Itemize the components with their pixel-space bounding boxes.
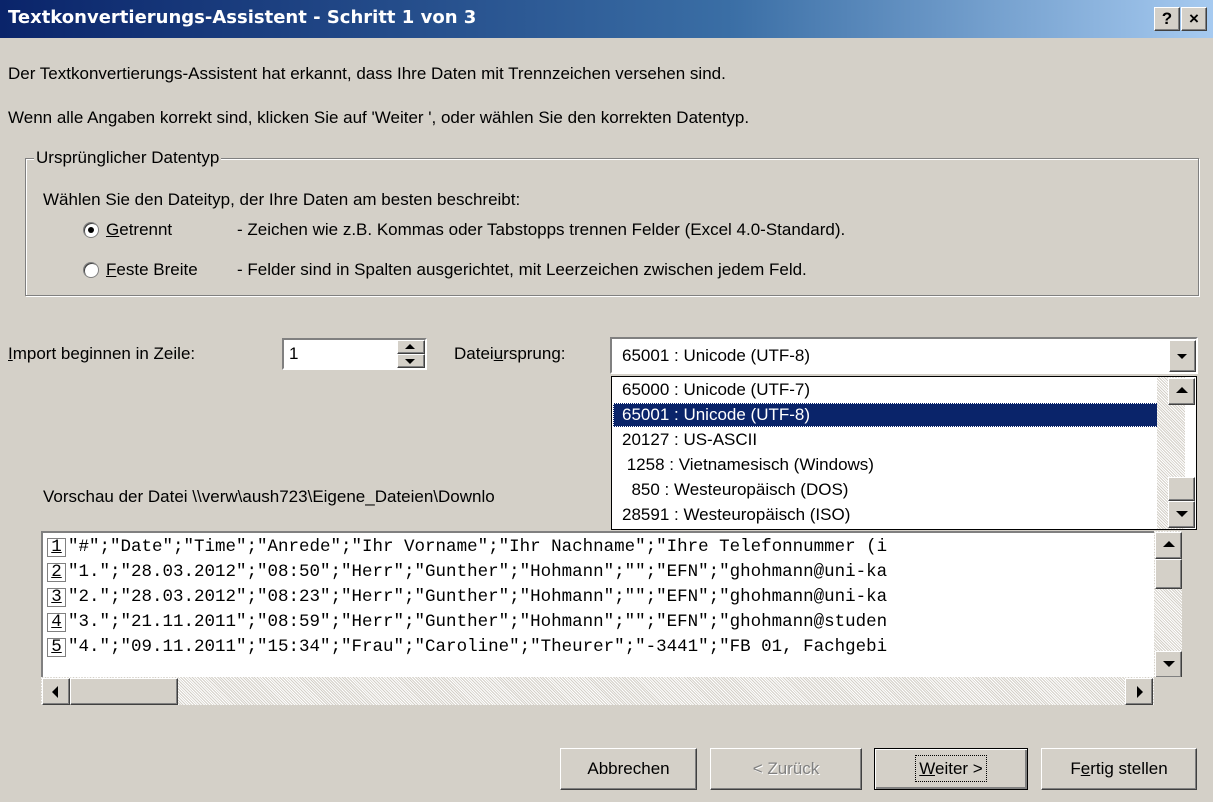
row-number: 5	[47, 638, 66, 657]
preview-hscroll-thumb[interactable]	[70, 678, 178, 705]
row-number: 1	[47, 538, 66, 557]
preview-label: Vorschau der Datei \\verw\aush723\Eigene…	[43, 487, 495, 506]
back-button[interactable]: < Zurück	[710, 748, 862, 790]
file-origin-label: Dateiursprung:	[454, 344, 566, 363]
intro-line-1: Der Textkonvertierungs-Assistent hat erk…	[8, 64, 726, 83]
radio-fixed-width-label[interactable]: Feste Breite	[106, 260, 198, 280]
finish-button[interactable]: Fertig stellen	[1041, 748, 1197, 790]
chevron-down-icon	[1177, 354, 1187, 359]
row-text: "4.";"09.11.2011";"15:34";"Frau";"Caroli…	[68, 637, 888, 657]
row-number: 3	[47, 588, 66, 607]
dropdown-option[interactable]: 65000 : Unicode (UTF-7)	[622, 378, 810, 402]
arrow-left-icon	[52, 686, 58, 698]
radio-delimited[interactable]	[83, 222, 99, 238]
preview-scroll-left-button[interactable]	[42, 678, 70, 705]
file-origin-dropdown-button[interactable]	[1169, 340, 1196, 372]
row-text: "1.";"28.03.2012";"08:50";"Herr";"Gunthe…	[68, 562, 888, 582]
arrow-up-icon	[1176, 387, 1188, 393]
cancel-button[interactable]: Abbrechen	[560, 748, 697, 790]
import-start-label: Import beginnen in Zeile:	[8, 344, 196, 363]
dropdown-scroll-down-button[interactable]	[1168, 501, 1195, 528]
preview-row: 3 "2.";"28.03.2012";"08:23";"Herr";"Gunth…	[47, 585, 887, 610]
dropdown-option[interactable]: 20127 : US-ASCII	[622, 428, 757, 452]
preview-scroll-right-button[interactable]	[1125, 678, 1153, 705]
next-button[interactable]: Weiter >	[874, 748, 1028, 790]
window-title: Textkonvertierungs-Assistent - Schritt 1…	[8, 7, 477, 28]
preview-scroll-up-button[interactable]	[1155, 532, 1182, 559]
close-button[interactable]: ×	[1181, 7, 1207, 31]
file-origin-selected: 65001 : Unicode (UTF-8)	[622, 346, 811, 365]
arrow-up-icon	[1163, 541, 1175, 547]
preview-row: 5 "4.";"09.11.2011";"15:34";"Frau";"Carol…	[47, 635, 887, 660]
radio-delimited-description: - Zeichen wie z.B. Kommas oder Tabstopps…	[237, 220, 846, 239]
row-number: 4	[47, 613, 66, 632]
datatype-prompt: Wählen Sie den Dateityp, der Ihre Daten …	[43, 190, 521, 209]
preview-scroll-down-button[interactable]	[1155, 651, 1182, 678]
intro-line-2: Wenn alle Angaben korrekt sind, klicken …	[8, 108, 750, 127]
row-text: "3.";"21.11.2011";"08:59";"Herr";"Gunthe…	[68, 612, 888, 632]
row-text: "2.";"28.03.2012";"08:23";"Herr";"Gunthe…	[68, 587, 888, 607]
dropdown-option[interactable]: 1258 : Vietnamesisch (Windows)	[622, 453, 874, 477]
preview-vscroll-thumb[interactable]	[1155, 559, 1182, 589]
arrow-right-icon	[1137, 686, 1143, 698]
radio-fixed-width-description: - Felder sind in Spalten ausgerichtet, m…	[237, 260, 807, 279]
arrow-down-icon	[405, 359, 415, 364]
file-origin-dropdown-list[interactable]: 65000 : Unicode (UTF-7) 65001 : Unicode …	[611, 376, 1197, 530]
dropdown-scroll-thumb[interactable]	[1168, 477, 1195, 501]
spin-up-button[interactable]	[397, 340, 425, 354]
radio-delimited-label[interactable]: Getrennt	[106, 220, 172, 240]
datatype-group-label: Ursprünglicher Datentyp	[34, 148, 222, 168]
preview-row: 4 "3.";"21.11.2011";"08:59";"Herr";"Gunth…	[47, 610, 887, 635]
import-start-value: 1	[289, 344, 299, 363]
dropdown-option[interactable]: 28591 : Westeuropäisch (ISO)	[622, 503, 850, 527]
arrow-down-icon	[1163, 661, 1175, 667]
dropdown-scroll-up-button[interactable]	[1168, 378, 1195, 405]
row-text: "#";"Date";"Time";"Anrede";"Ihr Vorname"…	[68, 537, 888, 557]
preview-row: 1 "#";"Date";"Time";"Anrede";"Ihr Vorname…	[47, 535, 887, 560]
preview-row: 2 "1.";"28.03.2012";"08:50";"Herr";"Gunth…	[47, 560, 887, 585]
scroll-corner	[1154, 677, 1182, 705]
arrow-down-icon	[1176, 511, 1188, 517]
dropdown-option-selected[interactable]: 65001 : Unicode (UTF-8)	[613, 403, 1178, 427]
radio-fixed-width[interactable]	[83, 262, 99, 278]
row-number: 2	[47, 563, 66, 582]
arrow-up-icon	[405, 344, 415, 349]
preview-pane[interactable]: 1 "#";"Date";"Time";"Anrede";"Ihr Vorname…	[41, 531, 1154, 677]
spin-down-button[interactable]	[397, 354, 425, 368]
preview-hscroll[interactable]	[41, 677, 1154, 705]
file-origin-select[interactable]: 65001 : Unicode (UTF-8)	[610, 337, 1198, 374]
dropdown-option[interactable]: 850 : Westeuropäisch (DOS)	[622, 478, 848, 502]
help-button[interactable]: ?	[1154, 7, 1180, 31]
